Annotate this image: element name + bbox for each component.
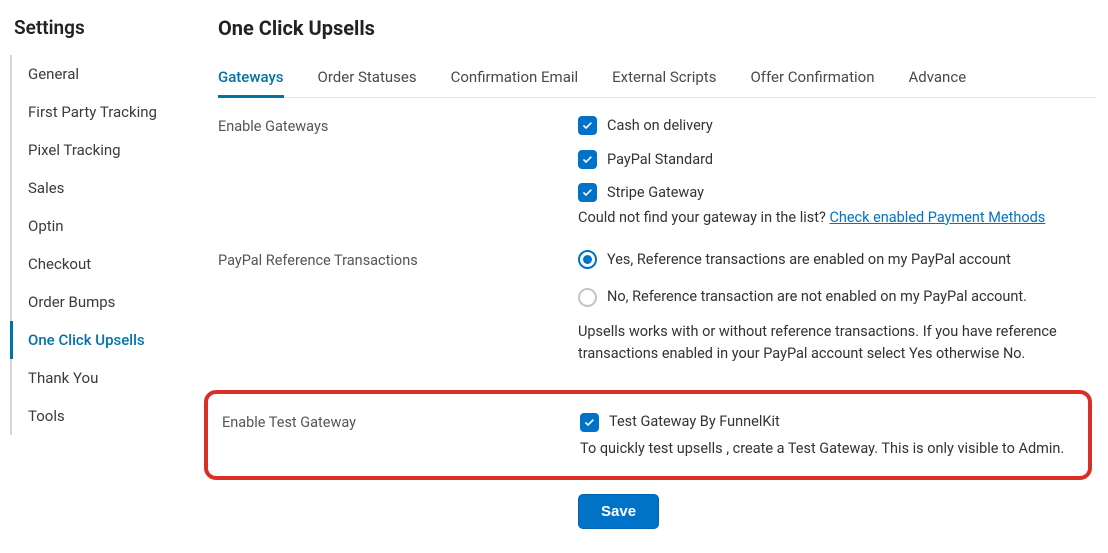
sidebar-item-pixel-tracking[interactable]: Pixel Tracking: [12, 131, 190, 169]
row-paypal-reference: PayPal Reference Transactions Yes, Refer…: [218, 250, 1096, 375]
sidebar-item-checkout[interactable]: Checkout: [12, 245, 190, 283]
sidebar-item-order-bumps[interactable]: Order Bumps: [12, 283, 190, 321]
check-enabled-payment-methods-link[interactable]: Check enabled Payment Methods: [829, 209, 1045, 226]
sidebar-item-label: Thank You: [28, 369, 98, 387]
tab-confirmation-email[interactable]: Confirmation Email: [451, 60, 579, 97]
radio-icon[interactable]: [578, 288, 597, 307]
label-paypal-reference: PayPal Reference Transactions: [218, 250, 578, 269]
sidebar-nav: General First Party Tracking Pixel Track…: [10, 55, 190, 435]
label-test-gateway: Enable Test Gateway: [222, 412, 580, 431]
tab-label: Order Statuses: [318, 68, 417, 86]
sidebar-item-first-party-tracking[interactable]: First Party Tracking: [12, 93, 190, 131]
checkbox-icon[interactable]: [578, 183, 597, 202]
enable-gateways-options: Cash on delivery PayPal Standard Stripe …: [578, 116, 1096, 226]
sidebar-item-thank-you[interactable]: Thank You: [12, 359, 190, 397]
radio-icon[interactable]: [578, 250, 597, 269]
tab-gateways[interactable]: Gateways: [218, 60, 284, 97]
settings-sidebar: Settings General First Party Tracking Pi…: [10, 16, 190, 529]
gateway-option-stripe[interactable]: Stripe Gateway: [578, 183, 1096, 203]
paypal-ref-helper: Upsells works with or without reference …: [578, 321, 1096, 365]
tab-external-scripts[interactable]: External Scripts: [612, 60, 716, 97]
checkbox-icon[interactable]: [580, 413, 599, 432]
sidebar-item-tools[interactable]: Tools: [12, 397, 190, 435]
tab-label: External Scripts: [612, 68, 716, 86]
test-gateway-highlight: Enable Test Gateway Test Gateway By Funn…: [204, 390, 1092, 479]
sidebar-item-sales[interactable]: Sales: [12, 169, 190, 207]
checkbox-icon[interactable]: [578, 150, 597, 169]
sidebar-item-label: First Party Tracking: [28, 103, 157, 121]
test-gateway-option-label: Test Gateway By FunnelKit: [609, 412, 780, 432]
tab-label: Gateways: [218, 68, 284, 86]
tab-order-statuses[interactable]: Order Statuses: [318, 60, 417, 97]
test-gateway-option[interactable]: Test Gateway By FunnelKit: [580, 412, 1074, 432]
gateway-option-cod[interactable]: Cash on delivery: [578, 116, 1096, 136]
gateway-option-label: Stripe Gateway: [607, 183, 704, 203]
radio-option-label: Yes, Reference transactions are enabled …: [607, 250, 1011, 270]
page-title: One Click Upsells: [218, 16, 1096, 40]
tab-label: Confirmation Email: [451, 68, 579, 86]
main-content: One Click Upsells Gateways Order Statuse…: [190, 16, 1108, 529]
tabs: Gateways Order Statuses Confirmation Ema…: [218, 60, 1096, 98]
sidebar-item-label: Pixel Tracking: [28, 141, 121, 159]
sidebar-item-label: General: [28, 65, 79, 83]
sidebar-item-label: Tools: [28, 407, 65, 425]
paypal-ref-yes[interactable]: Yes, Reference transactions are enabled …: [578, 250, 1096, 270]
sidebar-item-one-click-upsells[interactable]: One Click Upsells: [12, 321, 190, 359]
row-enable-gateways: Enable Gateways Cash on delivery PayPal …: [218, 116, 1096, 226]
radio-option-label: No, Reference transaction are not enable…: [607, 287, 1027, 307]
paypal-reference-options: Yes, Reference transactions are enabled …: [578, 250, 1096, 375]
row-test-gateway: Enable Test Gateway Test Gateway By Funn…: [222, 412, 1074, 459]
checkbox-icon[interactable]: [578, 116, 597, 135]
sidebar-title: Settings: [10, 16, 190, 39]
label-enable-gateways: Enable Gateways: [218, 116, 578, 135]
gateway-hint: Could not find your gateway in the list?…: [578, 209, 1096, 226]
gateway-hint-text: Could not find your gateway in the list?: [578, 209, 829, 226]
sidebar-item-label: Checkout: [28, 255, 91, 273]
tab-offer-confirmation[interactable]: Offer Confirmation: [750, 60, 874, 97]
save-row: Save: [218, 494, 1096, 529]
sidebar-item-label: One Click Upsells: [28, 331, 145, 349]
gateway-option-paypal-standard[interactable]: PayPal Standard: [578, 150, 1096, 170]
test-gateway-control: Test Gateway By FunnelKit To quickly tes…: [580, 412, 1074, 459]
tab-advance[interactable]: Advance: [909, 60, 967, 97]
sidebar-item-label: Sales: [28, 179, 64, 197]
save-button[interactable]: Save: [578, 494, 659, 529]
tab-label: Offer Confirmation: [750, 68, 874, 86]
sidebar-item-label: Optin: [28, 217, 64, 235]
gateway-option-label: PayPal Standard: [607, 150, 713, 170]
paypal-ref-no[interactable]: No, Reference transaction are not enable…: [578, 287, 1096, 307]
sidebar-item-optin[interactable]: Optin: [12, 207, 190, 245]
test-gateway-helper: To quickly test upsells , create a Test …: [580, 438, 1074, 460]
sidebar-item-label: Order Bumps: [28, 293, 115, 311]
gateway-option-label: Cash on delivery: [607, 116, 713, 136]
tab-label: Advance: [909, 68, 967, 86]
sidebar-item-general[interactable]: General: [12, 55, 190, 93]
